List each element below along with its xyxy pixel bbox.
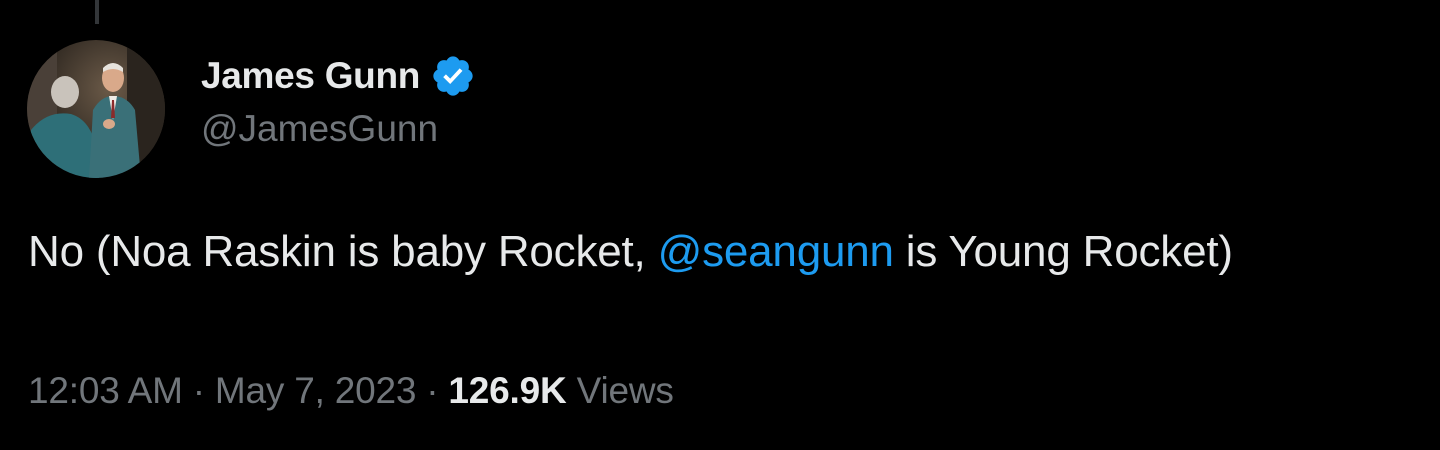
tweet-meta: 12:03 AM · May 7, 2023 · 126.9K Views: [28, 370, 674, 412]
display-name[interactable]: James Gunn: [201, 55, 420, 97]
avatar[interactable]: [27, 40, 165, 178]
verified-badge-icon[interactable]: [430, 53, 476, 99]
author-info: James Gunn @JamesGunn: [201, 52, 476, 150]
views-label: Views: [576, 370, 674, 411]
tweet-time[interactable]: 12:03 AM: [28, 370, 183, 411]
views-count[interactable]: 126.9K: [448, 370, 566, 411]
tweet-date[interactable]: May 7, 2023: [215, 370, 417, 411]
mention-link[interactable]: @seangunn: [658, 227, 894, 276]
user-handle[interactable]: @JamesGunn: [201, 108, 476, 150]
tweet-card: James Gunn @JamesGunn No (Noa Raskin is …: [0, 0, 1440, 450]
tweet-text-suffix: is Young Rocket): [893, 227, 1233, 276]
tweet-text: No (Noa Raskin is baby Rocket, @seangunn…: [28, 227, 1233, 277]
name-row: James Gunn: [201, 52, 476, 100]
separator-dot: ·: [426, 370, 439, 411]
separator-dot: ·: [192, 370, 205, 411]
thread-connector-line: [95, 0, 99, 24]
tweet-text-prefix: No (Noa Raskin is baby Rocket,: [28, 227, 658, 276]
profile-photo-icon: [27, 40, 165, 178]
